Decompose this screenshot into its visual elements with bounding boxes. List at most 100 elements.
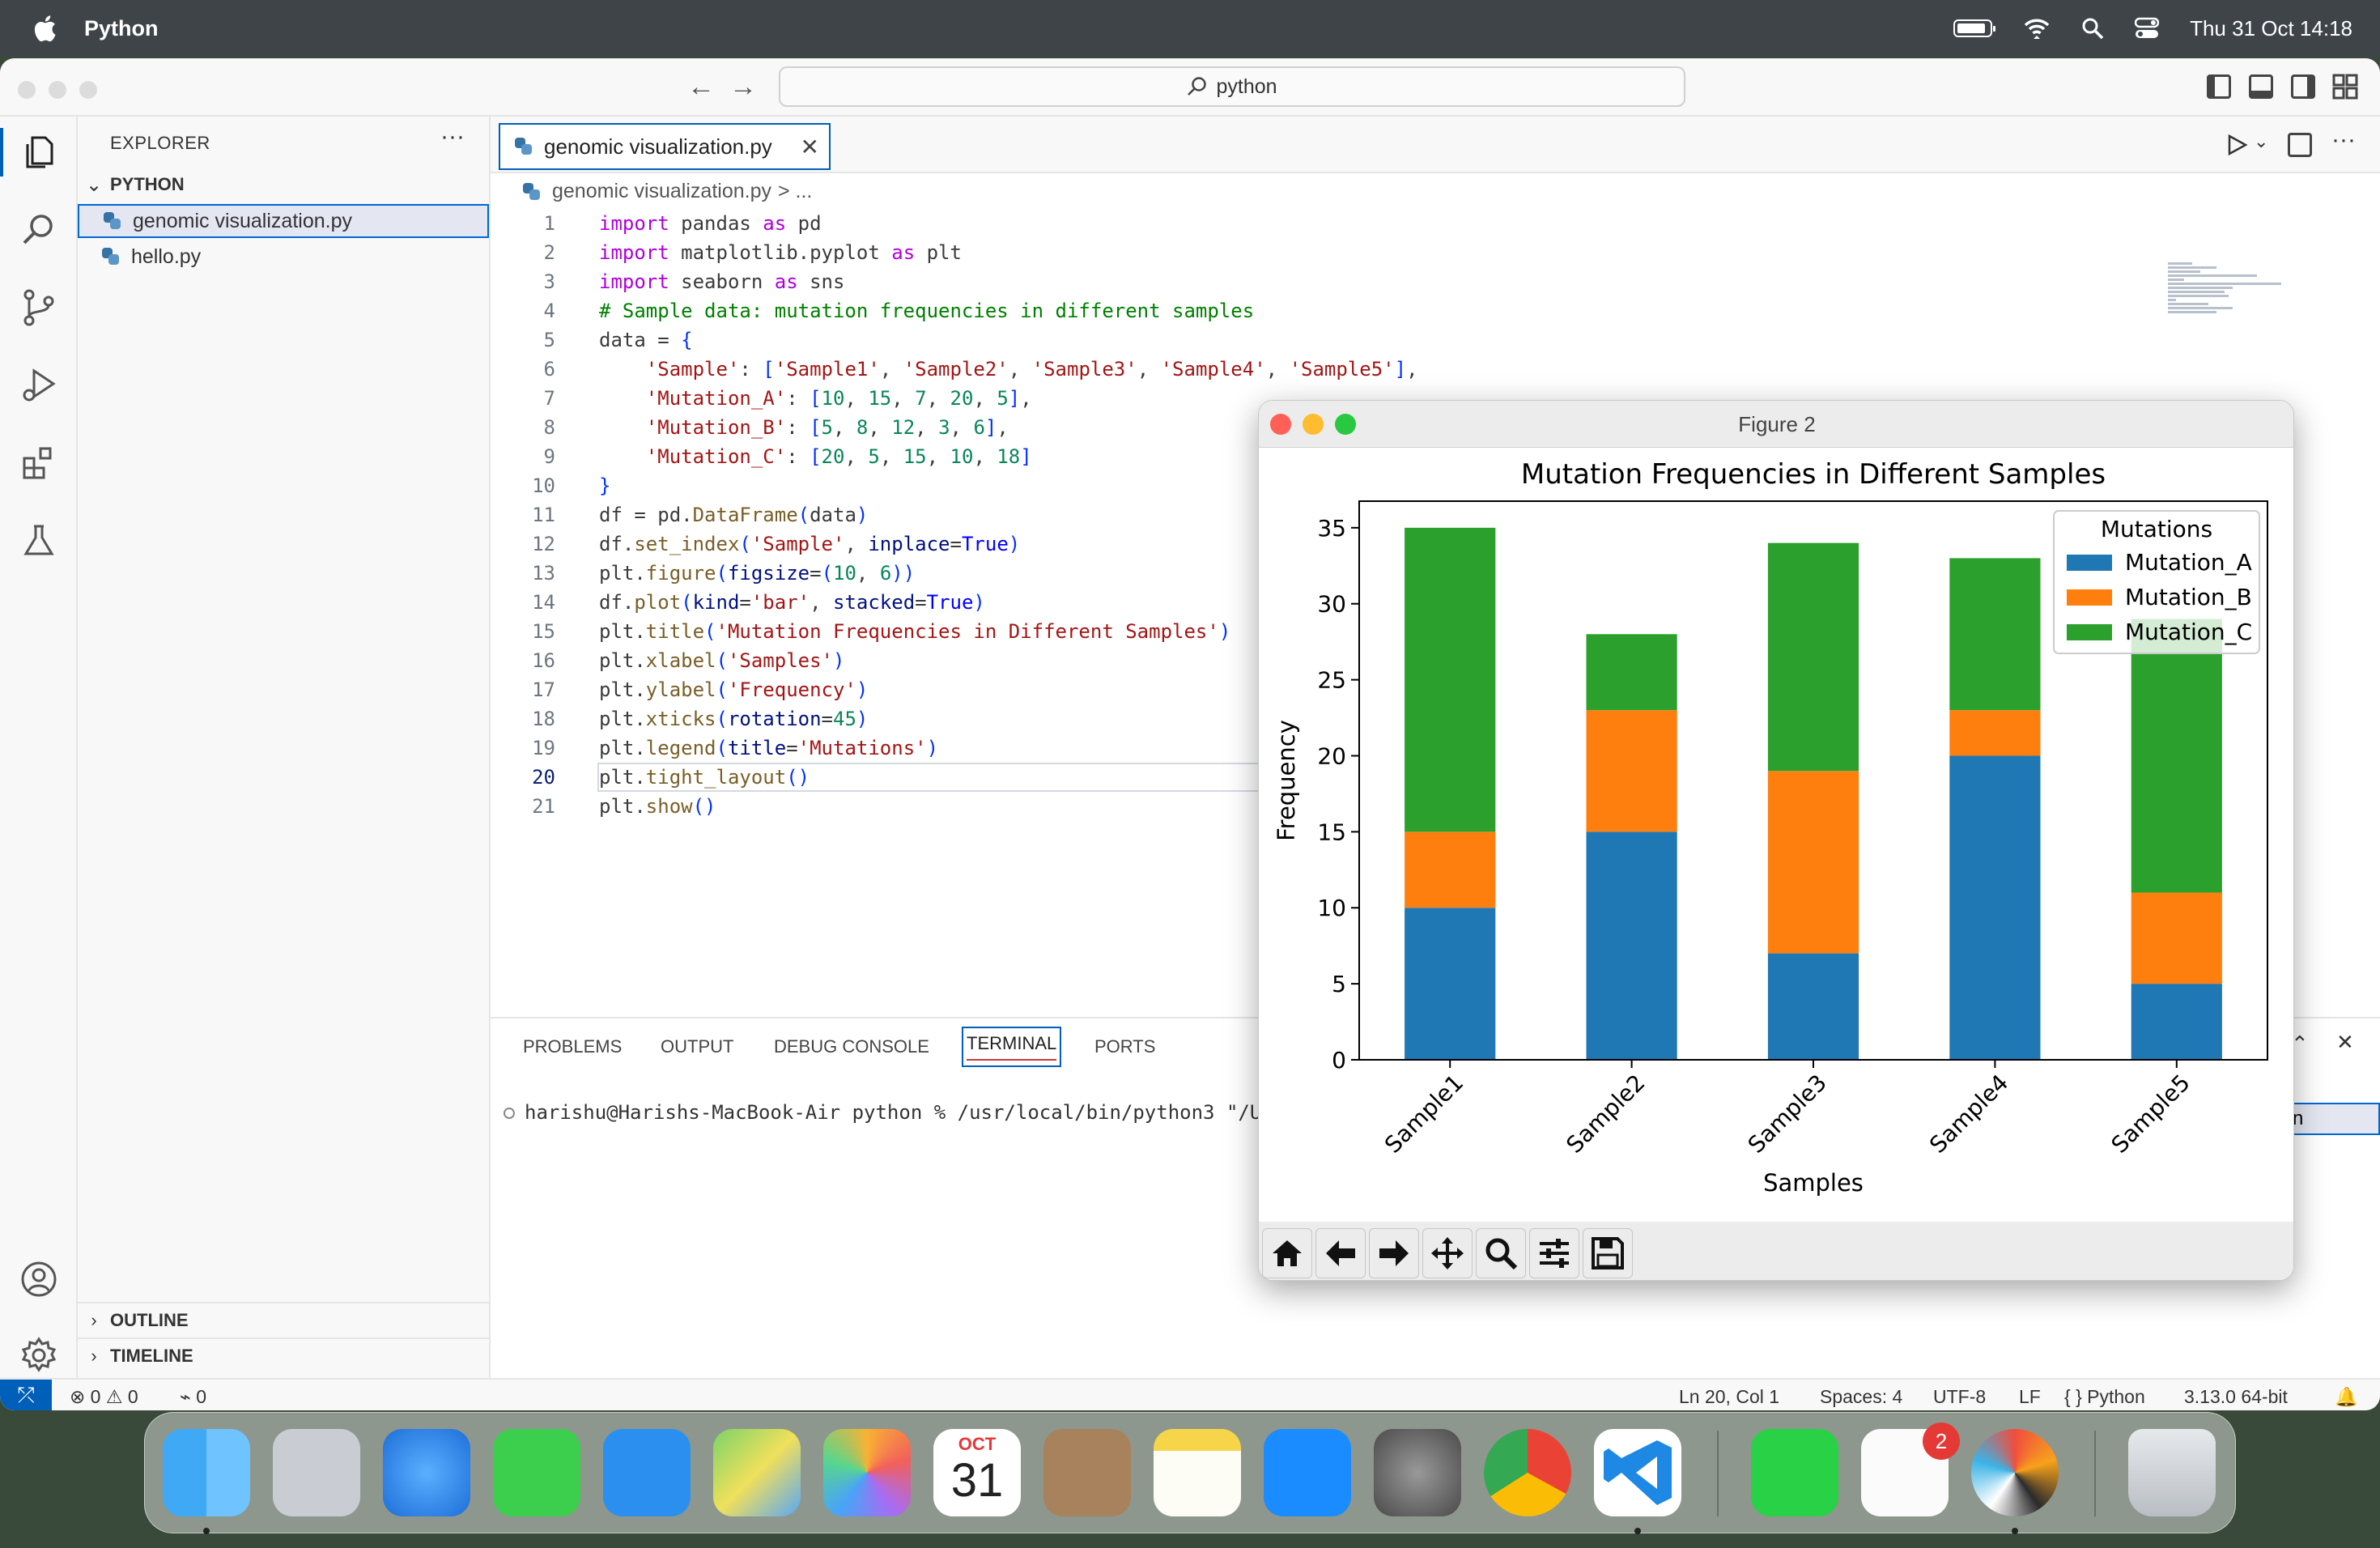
python-file-icon	[104, 212, 121, 230]
tab-label: genomic visualization.py	[544, 134, 772, 159]
close-window-button[interactable]	[18, 81, 36, 99]
home-button[interactable]	[1262, 1228, 1312, 1278]
pan-button[interactable]	[1422, 1228, 1473, 1278]
contacts-icon[interactable]	[1043, 1429, 1131, 1516]
menubar-clock[interactable]: Thu 31 Oct 14:18	[2190, 16, 2352, 41]
editor-more-actions-icon[interactable]: ···	[2331, 126, 2356, 154]
explorer-sidebar: EXPLORER ··· ⌄ PYTHON genomic visualizat…	[78, 117, 491, 1378]
minimap[interactable]	[2168, 262, 2297, 335]
remote-indicator-icon[interactable]: ⤱	[0, 1380, 52, 1410]
finder-icon[interactable]	[163, 1429, 250, 1516]
source-control-activity-button[interactable]	[15, 283, 63, 332]
control-center-icon[interactable]	[2135, 17, 2160, 40]
system-settings-icon[interactable]	[1374, 1429, 1461, 1516]
terminal-output-line[interactable]: harishu@Harishs-MacBook-Air python % /us…	[504, 1101, 1285, 1124]
tab-problems[interactable]: PROBLEMS	[523, 1036, 622, 1057]
indentation-status[interactable]: Spaces: 4	[1820, 1386, 1902, 1408]
x-tick-label: Sample2	[1561, 1070, 1650, 1159]
apple-logo-icon[interactable]	[32, 15, 57, 42]
explorer-more-actions-icon[interactable]: ···	[440, 123, 465, 151]
folder-header-python[interactable]: ⌄ PYTHON	[78, 167, 491, 202]
toggle-secondary-sidebar-icon[interactable]	[2291, 74, 2315, 99]
run-dropdown-icon[interactable]: ⌄	[2254, 131, 2268, 152]
zoom-button[interactable]	[1476, 1228, 1526, 1278]
outline-section[interactable]: › OUTLINE	[78, 1302, 491, 1337]
app-menu-name[interactable]: Python	[84, 16, 159, 41]
app-store-icon[interactable]	[1264, 1429, 1351, 1516]
tab-genomic-visualization[interactable]: genomic visualization.py ✕	[499, 123, 831, 170]
stacked-bar-chart[interactable]: Mutation Frequencies in Different Sample…	[1259, 448, 2294, 1222]
save-figure-button[interactable]	[1583, 1228, 1633, 1278]
command-center-search[interactable]: python	[779, 66, 1685, 107]
mail-icon[interactable]	[603, 1429, 691, 1516]
spotlight-search-icon[interactable]	[2081, 17, 2104, 40]
zoom-window-button[interactable]	[79, 81, 97, 99]
vscode-icon[interactable]	[1594, 1429, 1681, 1516]
figure-window: Figure 2 Mutation Frequencies in Differe…	[1258, 400, 2294, 1281]
toggle-primary-sidebar-icon[interactable]	[2207, 74, 2231, 99]
testing-activity-button[interactable]	[15, 517, 63, 565]
dock: OCT 31 2	[144, 1412, 2236, 1534]
configure-subplots-button[interactable]	[1529, 1228, 1579, 1278]
python-launcher-icon[interactable]	[1971, 1429, 2059, 1516]
customize-layout-icon[interactable]	[2331, 73, 2359, 100]
language-mode[interactable]: { } Python	[2064, 1386, 2145, 1408]
minimize-window-button[interactable]	[49, 81, 66, 99]
split-editor-icon[interactable]	[2288, 133, 2312, 157]
calendar-icon[interactable]: OCT 31	[933, 1429, 1021, 1516]
forward-arrow-icon[interactable]: →	[729, 73, 758, 102]
chart-title: Mutation Frequencies in Different Sample…	[1521, 458, 2106, 491]
breadcrumb-file[interactable]: genomic visualization.py	[552, 180, 771, 203]
close-tab-icon[interactable]: ✕	[801, 134, 819, 160]
files-icon	[26, 136, 53, 168]
breadcrumb-more[interactable]: > ...	[778, 180, 812, 203]
code-line: 4 # Sample data: mutation frequencies in …	[543, 300, 1255, 322]
tab-output[interactable]: OUTPUT	[661, 1036, 733, 1057]
close-panel-icon[interactable]: ✕	[2336, 1030, 2354, 1055]
encoding-status[interactable]: UTF-8	[1933, 1386, 1986, 1408]
run-debug-activity-button[interactable]	[15, 361, 63, 410]
extensions-activity-button[interactable]	[15, 439, 63, 487]
python-interpreter[interactable]: 3.13.0 64-bit	[2184, 1386, 2288, 1408]
wifi-icon[interactable]	[2023, 18, 2051, 39]
forward-button[interactable]	[1369, 1228, 1419, 1278]
problems-status[interactable]: ⊗ 0 ⚠ 0	[70, 1386, 138, 1408]
notes-icon[interactable]	[1154, 1429, 1241, 1516]
cursor-position[interactable]: Ln 20, Col 1	[1679, 1386, 1779, 1408]
safari-icon[interactable]	[383, 1429, 470, 1516]
maps-icon[interactable]	[713, 1429, 801, 1516]
tab-terminal[interactable]: TERMINAL	[962, 1027, 1062, 1067]
photos-icon[interactable]	[823, 1429, 911, 1516]
terminal-list-label: n	[2293, 1108, 2304, 1129]
toggle-panel-icon[interactable]	[2249, 74, 2273, 99]
tab-debug-console[interactable]: DEBUG CONSOLE	[774, 1036, 929, 1057]
whatsapp-icon[interactable]	[1751, 1429, 1838, 1516]
back-button[interactable]	[1315, 1228, 1366, 1278]
bar-mutation-b-sample3	[1767, 771, 1859, 954]
running-indicator	[2012, 1528, 2018, 1534]
y-axis-label: Frequency	[1273, 720, 1300, 841]
manage-activity-button[interactable]	[15, 1331, 63, 1380]
terminal-list-item[interactable]: n	[2283, 1103, 2380, 1135]
timeline-section[interactable]: › TIMELINE	[78, 1337, 491, 1373]
bar-mutation-c-sample1	[1405, 527, 1496, 832]
battery-icon[interactable]	[1953, 19, 1996, 37]
bar-mutation-a-sample3	[1767, 953, 1859, 1060]
explorer-activity-button[interactable]	[0, 128, 78, 176]
launchpad-icon[interactable]	[273, 1429, 360, 1516]
file-item-hello[interactable]: hello.py	[78, 240, 489, 274]
notifications-bell-icon[interactable]: 🔔	[2335, 1386, 2358, 1408]
trash-icon[interactable]	[2128, 1429, 2216, 1516]
chrome-icon[interactable]	[1484, 1429, 1571, 1516]
folder-name: PYTHON	[110, 174, 185, 194]
eol-status[interactable]: LF	[2019, 1386, 2041, 1408]
search-activity-button[interactable]	[15, 206, 63, 254]
ports-status[interactable]: ⌁ 0	[180, 1386, 206, 1408]
back-arrow-icon[interactable]: ←	[686, 73, 716, 102]
accounts-activity-button[interactable]	[15, 1255, 63, 1303]
file-item-genomic-visualization[interactable]: genomic visualization.py	[78, 204, 489, 238]
legend-swatch	[2067, 589, 2112, 606]
tab-ports[interactable]: PORTS	[1094, 1036, 1155, 1057]
run-python-file-icon[interactable]	[2225, 133, 2249, 157]
messages-icon[interactable]	[493, 1429, 580, 1516]
